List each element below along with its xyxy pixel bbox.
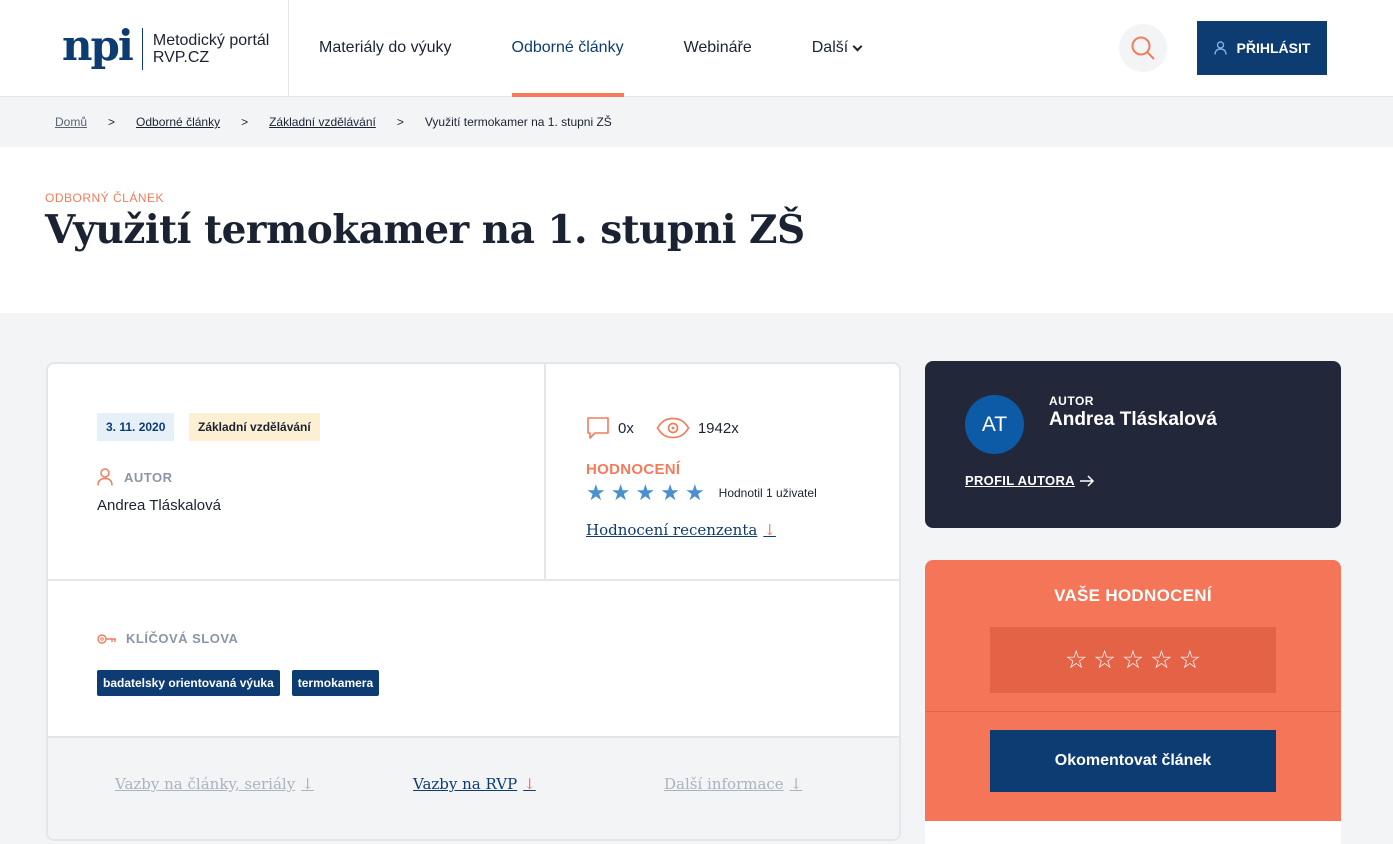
comment-icon [587,417,609,439]
stats-row: 0x 1942x [586,416,761,440]
keyword-tags: badatelsky orientovaná výuka termokamera [97,670,391,696]
tab-label: Vazby na články, seriály [115,775,296,793]
star-icon: ★ [660,480,680,505]
star-icon: ★ [610,480,631,505]
star-outline-icon[interactable]: ☆ [1122,645,1144,675]
star-icon: ★ [684,480,705,505]
user-rating-title: VAŠE HODNOCENÍ [1054,586,1212,605]
nav-item-materialy[interactable]: Materiály do výuky [319,0,452,96]
star-outline-icon[interactable]: ☆ [1065,645,1087,675]
logo-mark: npi [62,21,134,70]
site-logo[interactable]: npi Metodický portál RVP.CZ [62,21,288,72]
arrow-down-icon: ↓ [789,775,803,793]
tab-vazby-na-rvp[interactable]: Vazby na RVP ↓ [413,775,536,793]
breadcrumb-separator: > [241,115,249,129]
author-card-name: Andrea Tláskalová [1049,409,1217,430]
main-nav: Materiály do výuky Odborné články Webiná… [319,0,921,97]
author-profile-link[interactable]: PROFIL AUTORA [965,473,1095,488]
search-icon [1131,36,1155,60]
login-label: PŘIHLÁSIT [1236,40,1311,56]
arrow-down-icon: ↓ [301,775,314,793]
breadcrumb-separator: > [108,115,116,129]
breadcrumb-separator: > [396,115,404,129]
nav-item-odborne-clanky[interactable]: Odborné články [511,0,624,97]
keyword-tag[interactable]: badatelsky orientovaná výuka [97,670,280,696]
author-profile-label: PROFIL AUTORA [965,473,1075,488]
nav-item-webinare[interactable]: Webináře [684,0,752,96]
breadcrumb: Domů > Odborné články > Základní vzděláv… [0,97,1393,147]
author-label: AUTOR [97,468,172,486]
article-info-card: 3. 11. 2020 Základní vzdělávání AUTOR An… [46,362,901,841]
comments-count: 0x [586,416,634,440]
rating-card-footer [925,821,1341,844]
tab-label: Vazby na RVP [413,775,518,793]
logo-line-1: Metodický portál [152,32,270,49]
views-value: 1942x [697,419,739,437]
user-icon [97,468,113,486]
nav-item-dalsi[interactable]: Další [811,0,863,96]
page-title: Využití termokamer na 1. stupni ZŠ [45,207,805,253]
comment-article-button[interactable]: Okomentovat článek [990,730,1276,792]
author-label-text: AUTOR [124,469,173,485]
user-icon [1213,41,1227,55]
chevron-down-icon [852,41,863,51]
star-icon: ★ [586,480,606,505]
tab-dalsi-informace[interactable]: Další informace ↓ [664,775,802,793]
search-button[interactable] [1119,24,1167,72]
article-type: ODBORNÝ ČLÁNEK [45,191,165,205]
rating-divider [925,711,1341,712]
review-link-label: Hodnocení recenzenta [586,521,758,539]
author-card: AT AUTOR Andrea Tláskalová PROFIL AUTORA [925,361,1341,528]
logo-divider [141,28,143,70]
avatar: AT [965,395,1024,454]
breadcrumb-odborne-clanky[interactable]: Odborné články [136,115,220,129]
header-divider [288,0,289,96]
author-card-label: AUTOR [1049,394,1094,408]
date-badge: 3. 11. 2020 [97,413,175,441]
comments-value: 0x [618,419,634,437]
arrow-down-icon: ↓ [763,521,776,539]
keywords-label: KLÍČOVÁ SLOVA [97,631,238,646]
article-stats: 0x 1942x HODNOCENÍ ★ ★ ★ ★ ★ Hodnotil 1 … [546,364,899,581]
level-badge: Základní vzdělávání [189,413,320,441]
logo-text: Metodický portál RVP.CZ [153,32,270,66]
site-header: npi Metodický portál RVP.CZ Materiály do… [0,0,1393,97]
login-button[interactable]: PŘIHLÁSIT [1197,21,1327,75]
author-name: Andrea Tláskalová [97,497,221,514]
breadcrumb-zakladni-vzdelavani[interactable]: Základní vzdělávání [269,115,376,129]
arrow-right-icon [1079,474,1094,487]
rating-count: Hodnotil 1 uživatel [718,486,817,500]
keywords-label-text: KLÍČOVÁ SLOVA [126,631,239,646]
star-outline-icon[interactable]: ☆ [1150,645,1172,675]
logo-line-2: RVP.CZ [152,49,210,66]
rating-label: HODNOCENÍ [586,461,681,478]
star-icon: ★ [635,480,656,505]
nav-item-dalsi-label: Další [811,39,849,56]
arrow-down-icon: ↓ [523,775,536,793]
breadcrumb-home[interactable]: Domů [55,115,87,129]
key-icon [97,633,116,644]
user-rating-card: VAŠE HODNOCENÍ ☆ ☆ ☆ ☆ ☆ Okomentovat člá… [925,560,1341,844]
keyword-tag[interactable]: termokamera [291,670,380,696]
tab-label: Další informace [664,775,784,793]
rating-stars: ★ ★ ★ ★ ★ Hodnotil 1 uživatel [586,482,817,504]
tab-vazby-na-clanky[interactable]: Vazby na články, seriály ↓ [115,775,314,793]
user-rating-stars: ☆ ☆ ☆ ☆ ☆ [990,627,1276,693]
article-meta: 3. 11. 2020 Základní vzdělávání AUTOR An… [48,364,546,581]
eye-icon [656,417,690,439]
breadcrumb-current: Využití termokamer na 1. stupni ZŠ [424,115,612,129]
views-count: 1942x [656,417,739,439]
relations-tabs: Vazby na články, seriály ↓ Vazby na RVP … [48,736,899,839]
star-outline-icon[interactable]: ☆ [1179,645,1201,675]
review-link[interactable]: Hodnocení recenzenta ↓ [586,521,776,539]
star-outline-icon[interactable]: ☆ [1093,645,1115,675]
